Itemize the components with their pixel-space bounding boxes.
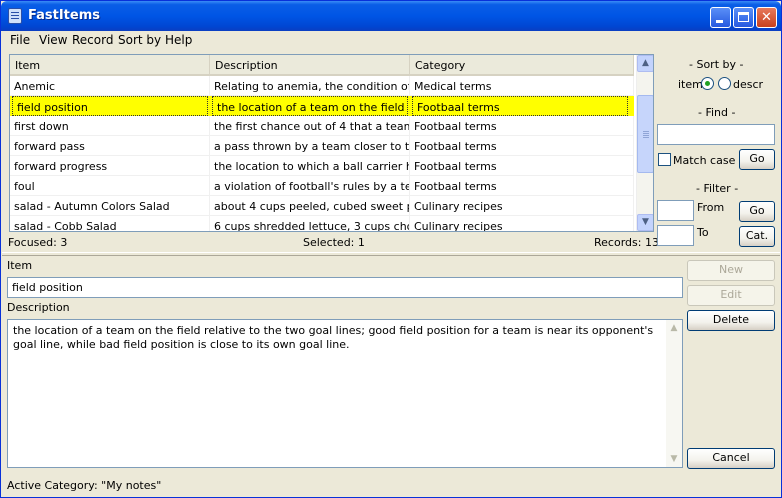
match-case-checkbox[interactable] xyxy=(658,153,671,166)
filter-to-input[interactable] xyxy=(657,225,694,246)
active-category: Active Category: "My notes" xyxy=(7,479,162,492)
chevron-down-icon[interactable]: ▼ xyxy=(666,451,682,467)
row-category: Footbaal terms xyxy=(410,116,634,136)
scroll-down-button[interactable]: ▼ xyxy=(637,214,653,231)
row-item: field position xyxy=(12,96,208,116)
category-button[interactable]: Cat. xyxy=(739,226,775,247)
row-item: salad - Cobb Salad xyxy=(10,216,210,231)
items-list[interactable]: Item Description Category Anemic Relatin… xyxy=(9,54,654,232)
row-description: a violation of football's rules by a tea… xyxy=(210,176,410,196)
column-header-description[interactable]: Description xyxy=(210,55,410,76)
list-row[interactable]: foul a violation of football's rules by … xyxy=(10,176,634,196)
minimize-icon xyxy=(716,20,723,23)
find-input[interactable] xyxy=(657,124,775,145)
description-text: the location of a team on the field rela… xyxy=(13,324,654,351)
row-category: Culinary recipes xyxy=(410,216,634,231)
list-row[interactable]: forward progress the location to which a… xyxy=(10,156,634,176)
chevron-down-icon: ▼ xyxy=(642,217,649,227)
filter-from-label: From xyxy=(697,201,725,214)
chevron-up-icon: ▲ xyxy=(642,58,649,68)
delete-button[interactable]: Delete xyxy=(687,310,775,331)
list-row[interactable]: first down the first chance out of 4 tha… xyxy=(10,116,634,136)
splitter[interactable] xyxy=(2,252,780,256)
item-field[interactable]: field position xyxy=(7,277,683,298)
row-category: Footbaal terms xyxy=(412,96,628,116)
focused-count: Focused: 3 xyxy=(8,236,68,249)
row-description: about 4 cups peeled, cubed sweet pota xyxy=(210,196,410,216)
title-bar[interactable]: FastItems ✕ xyxy=(1,1,781,31)
edit-button[interactable]: Edit xyxy=(687,285,775,306)
list-row[interactable]: Anemic Relating to anemia, the condition… xyxy=(10,76,634,96)
row-category: Footbaal terms xyxy=(410,136,634,156)
description-field[interactable]: the location of a team on the field rela… xyxy=(7,319,683,468)
row-item: first down xyxy=(10,116,210,136)
close-button[interactable]: ✕ xyxy=(756,7,777,28)
app-window: FastItems ✕ File View Record Sort by Hel… xyxy=(0,0,782,498)
description-scrollbar[interactable]: ▲ ▼ xyxy=(666,320,682,467)
row-item: salad - Autumn Colors Salad xyxy=(10,196,210,216)
find-title: - Find - xyxy=(698,106,736,119)
row-description: the first chance out of 4 that a team on xyxy=(210,116,410,136)
cancel-button[interactable]: Cancel xyxy=(687,448,775,469)
sort-by-title: - Sort by - xyxy=(689,58,744,71)
row-category: Culinary recipes xyxy=(410,196,634,216)
sort-descr-radio[interactable] xyxy=(718,77,731,90)
row-item: foul xyxy=(10,176,210,196)
grip-icon xyxy=(643,131,649,132)
list-row[interactable]: salad - Autumn Colors Salad about 4 cups… xyxy=(10,196,634,216)
row-category: Footbaal terms xyxy=(410,156,634,176)
list-row[interactable]: forward pass a pass thrown by a team clo… xyxy=(10,136,634,156)
match-case-label: Match case xyxy=(673,154,736,167)
row-description: 6 cups shredded lettuce, 3 cups choppe xyxy=(210,216,410,231)
find-go-button[interactable]: Go xyxy=(739,149,775,170)
item-label: Item xyxy=(7,259,33,272)
window-title: FastItems xyxy=(28,8,100,23)
menu-record[interactable]: Record xyxy=(72,33,113,47)
list-scrollbar[interactable]: ▲ ▼ xyxy=(636,55,653,231)
menu-bar: File View Record Sort by Help xyxy=(2,31,780,51)
selected-count: Selected: 1 xyxy=(303,236,365,249)
new-button[interactable]: New xyxy=(687,260,775,281)
description-label: Description xyxy=(7,301,70,314)
row-description: a pass thrown by a team closer to the c xyxy=(210,136,410,156)
row-category: Medical terms xyxy=(410,76,634,96)
row-category: Footbaal terms xyxy=(410,176,634,196)
chevron-up-icon[interactable]: ▲ xyxy=(666,320,682,336)
scroll-thumb[interactable] xyxy=(637,95,653,173)
sort-descr-label: descr xyxy=(733,78,764,91)
row-item: forward pass xyxy=(10,136,210,156)
row-description: Relating to anemia, the condition of hav xyxy=(210,76,410,96)
filter-to-label: To xyxy=(697,226,709,239)
row-item: Anemic xyxy=(10,76,210,96)
app-icon xyxy=(8,8,22,24)
menu-view[interactable]: View xyxy=(39,33,67,47)
menu-sort-by[interactable]: Sort by xyxy=(118,33,161,47)
list-row[interactable]: salad - Cobb Salad 6 cups shredded lettu… xyxy=(10,216,634,231)
row-description: the location of a team on the field rela… xyxy=(212,96,408,116)
close-icon: ✕ xyxy=(761,10,772,25)
filter-from-input[interactable] xyxy=(657,200,694,221)
menu-help[interactable]: Help xyxy=(165,33,192,47)
filter-go-button[interactable]: Go xyxy=(739,201,775,222)
menu-file[interactable]: File xyxy=(10,33,30,47)
column-header-item[interactable]: Item xyxy=(10,55,210,76)
sort-item-label: item xyxy=(678,78,703,91)
row-item: forward progress xyxy=(10,156,210,176)
column-header-category[interactable]: Category xyxy=(410,55,634,76)
filter-title: - Filter - xyxy=(696,182,739,195)
scroll-up-button[interactable]: ▲ xyxy=(637,55,653,72)
records-count: Records: 13 xyxy=(594,236,659,249)
maximize-button[interactable] xyxy=(733,7,754,28)
sort-item-radio[interactable] xyxy=(701,77,714,90)
minimize-button[interactable] xyxy=(710,7,731,28)
list-row-selected[interactable]: field position the location of a team on… xyxy=(10,96,634,116)
row-description: the location to which a ball carrier has… xyxy=(210,156,410,176)
maximize-icon xyxy=(738,12,749,22)
